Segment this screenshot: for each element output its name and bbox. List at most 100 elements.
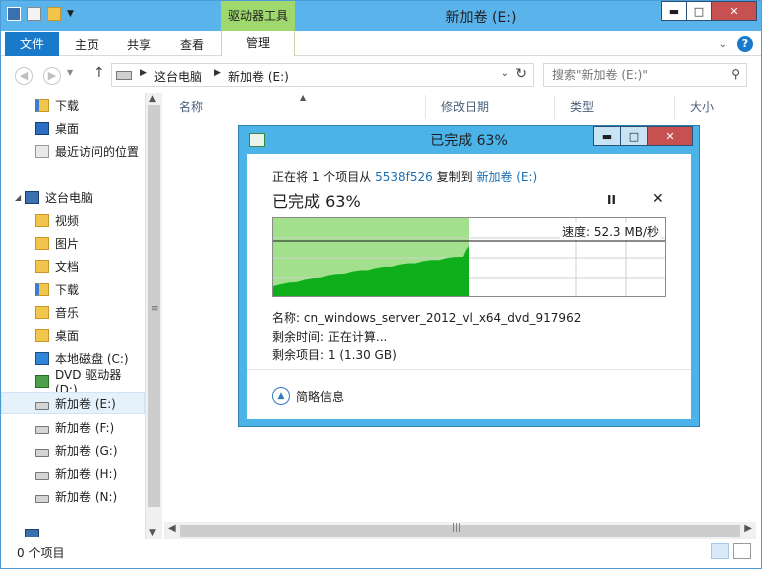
pictures-folder-icon	[35, 236, 49, 250]
column-type[interactable]: 类型	[555, 95, 675, 119]
collapse-chevron-icon[interactable]: ◢	[15, 193, 21, 202]
address-bar[interactable]: ▶ 这台电脑 ▶ 新加卷 (E:) ⌄ ↻	[111, 63, 534, 87]
ribbon-right-controls: ⌄ ?	[719, 36, 753, 52]
customize-toolbar-chevron-icon[interactable]: ▼	[67, 7, 75, 21]
destination-link[interactable]: 新加卷 (E:)	[476, 170, 537, 184]
documents-folder-icon	[35, 259, 49, 273]
tab-home[interactable]: 主页	[75, 36, 99, 53]
back-button[interactable]: ◀	[15, 67, 33, 85]
scroll-grip-icon: |||	[452, 523, 462, 533]
drive-icon	[35, 426, 49, 434]
breadcrumb-separator-icon[interactable]: ▶	[214, 68, 221, 78]
column-date-modified[interactable]: 修改日期	[426, 95, 555, 119]
tab-view[interactable]: 查看	[180, 36, 204, 53]
refresh-icon[interactable]: ↻	[515, 66, 527, 82]
drive-icon	[35, 449, 49, 457]
dialog-maximize-button[interactable]: □	[620, 126, 648, 146]
fewer-details-label[interactable]: 简略信息	[296, 388, 344, 405]
time-remaining-value: 正在计算...	[327, 330, 388, 344]
window-title: 新加卷 (E:)	[445, 10, 517, 26]
search-input[interactable]	[544, 64, 714, 86]
nav-item-pictures[interactable]: 图片	[1, 232, 145, 254]
scroll-up-arrow-icon[interactable]: ▲	[149, 94, 156, 104]
help-icon[interactable]: ?	[737, 36, 753, 52]
items-remaining-row: 剩余项目: 1 (1.30 GB)	[272, 346, 397, 363]
nav-item-dvd-d[interactable]: DVD 驱动器 (D:)	[1, 368, 145, 397]
pause-button[interactable]: II	[607, 193, 616, 207]
nav-item-recent-places[interactable]: 最近访问的位置	[1, 140, 145, 162]
breadcrumb-separator-icon[interactable]: ▶	[140, 68, 147, 78]
context-tab-drive-tools: 驱动器工具	[221, 1, 295, 31]
nav-item-volume-g[interactable]: 新加卷 (G:)	[1, 439, 145, 461]
nav-item-this-pc[interactable]: ◢ 这台电脑	[1, 186, 145, 208]
nav-pane-scrollbar[interactable]: ▲ ≡ ▼	[145, 93, 162, 539]
title-bar[interactable]: ▼ 驱动器工具 新加卷 (E:) ▬ □ ✕	[1, 1, 761, 31]
address-dropdown-chevron-icon[interactable]: ⌄	[501, 68, 509, 79]
drive-icon	[35, 472, 49, 480]
properties-icon[interactable]	[27, 7, 41, 21]
nav-item-videos[interactable]: 视频	[1, 209, 145, 231]
minimize-button[interactable]: ▬	[661, 1, 687, 21]
copy-mid-text: 复制到	[436, 170, 473, 184]
tab-share[interactable]: 共享	[127, 36, 151, 53]
recent-places-icon	[35, 144, 49, 158]
nav-item-downloads-pc[interactable]: 下载	[1, 278, 145, 300]
nav-item-network-partial[interactable]	[1, 525, 145, 537]
network-icon	[25, 529, 39, 537]
dvd-drive-icon	[35, 374, 49, 388]
column-name[interactable]: 名称	[164, 95, 426, 119]
file-name-row: 名称: cn_windows_server_2012_vl_x64_dvd_91…	[272, 309, 581, 326]
speed-readout: 速度: 52.3 MB/秒	[559, 223, 661, 240]
search-box[interactable]: ⚲	[543, 63, 747, 87]
maximize-button[interactable]: □	[686, 1, 712, 21]
window-menu-icon[interactable]	[7, 7, 21, 21]
nav-item-desktop-pc[interactable]: 桌面	[1, 324, 145, 346]
desktop-folder-icon	[35, 328, 49, 342]
forward-button[interactable]: ▶	[43, 67, 61, 85]
tab-manage[interactable]: 管理	[221, 31, 295, 56]
nav-item-desktop[interactable]: 桌面	[1, 117, 145, 139]
scroll-grip-icon: ≡	[151, 304, 159, 314]
scroll-left-arrow-icon[interactable]: ◀	[168, 523, 176, 534]
downloads-folder-icon	[35, 282, 49, 296]
dialog-close-button[interactable]: ✕	[647, 126, 693, 146]
nav-item-music[interactable]: 音乐	[1, 301, 145, 323]
nav-item-volume-e[interactable]: 新加卷 (E:)	[1, 392, 145, 414]
nav-item-downloads[interactable]: 下载	[1, 94, 145, 116]
copy-progress-dialog: 已完成 63% ▬ □ ✕ 正在将 1 个项目从 5538f526 复制到 新加…	[238, 125, 700, 427]
nav-item-volume-h[interactable]: 新加卷 (H:)	[1, 462, 145, 484]
source-link[interactable]: 5538f526	[375, 170, 433, 184]
copy-description: 正在将 1 个项目从 5538f526 复制到 新加卷 (E:)	[272, 168, 537, 185]
fewer-details-toggle[interactable]: ▲ 简略信息	[272, 387, 344, 405]
transfer-speed-graph: 速度: 52.3 MB/秒	[272, 217, 666, 297]
nav-item-documents[interactable]: 文档	[1, 255, 145, 277]
search-icon[interactable]: ⚲	[731, 67, 740, 81]
nav-item-volume-n[interactable]: 新加卷 (N:)	[1, 485, 145, 507]
scroll-right-arrow-icon[interactable]: ▶	[744, 523, 752, 534]
up-arrow-icon[interactable]: ↑	[93, 65, 105, 81]
column-size[interactable]: 大小	[675, 95, 753, 119]
collapse-up-chevron-icon[interactable]: ▲	[272, 387, 290, 405]
videos-folder-icon	[35, 213, 49, 227]
dialog-divider	[247, 369, 691, 370]
item-count: 0 个项目	[17, 546, 65, 560]
close-button[interactable]: ✕	[711, 1, 757, 21]
breadcrumb-this-pc[interactable]: 这台电脑	[154, 68, 202, 85]
large-icons-view-icon[interactable]	[733, 543, 751, 559]
dialog-minimize-button[interactable]: ▬	[593, 126, 621, 146]
details-view-icon[interactable]	[711, 543, 729, 559]
navigation-bar: ◀ ▶ ▼ ↑ ▶ 这台电脑 ▶ 新加卷 (E:) ⌄ ↻ ⚲	[1, 59, 761, 91]
file-list-horizontal-scrollbar[interactable]: ◀ ||| ▶	[164, 522, 756, 539]
new-folder-icon[interactable]	[47, 7, 61, 21]
file-name-value: cn_windows_server_2012_vl_x64_dvd_917962	[303, 311, 582, 325]
quick-access-toolbar: ▼	[7, 7, 75, 21]
recent-locations-chevron-icon[interactable]: ▼	[67, 68, 73, 77]
nav-item-volume-f[interactable]: 新加卷 (F:)	[1, 416, 145, 438]
scroll-down-arrow-icon[interactable]: ▼	[149, 528, 156, 538]
items-remaining-label: 剩余项目:	[272, 348, 325, 362]
tab-file[interactable]: 文件	[5, 32, 59, 56]
music-folder-icon	[35, 305, 49, 319]
cancel-copy-button[interactable]: ✕	[652, 191, 664, 207]
breadcrumb-current-drive[interactable]: 新加卷 (E:)	[228, 68, 289, 85]
expand-ribbon-chevron-icon[interactable]: ⌄	[719, 39, 727, 50]
